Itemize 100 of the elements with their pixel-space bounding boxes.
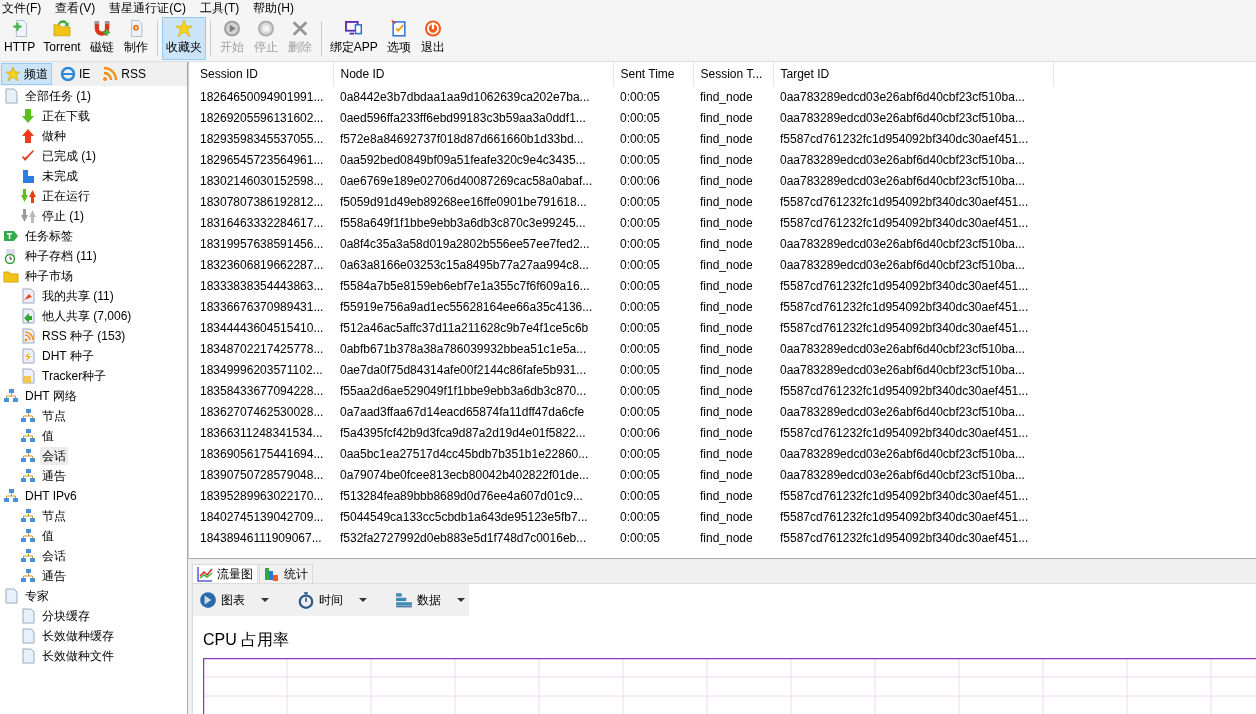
network-icon — [20, 568, 36, 584]
table-cell-text: 0aa783289edcd03e26abf6d40cbf23cf510ba... — [779, 235, 1026, 253]
tree-item[interactable]: Tracker种子 — [40, 367, 109, 385]
column-header[interactable]: Session ID — [193, 62, 333, 86]
menu-item[interactable]: 查看(V) — [55, 0, 96, 16]
tree-item[interactable]: 已完成 (1) — [40, 147, 98, 165]
tree-item[interactable]: DHT 种子 — [40, 347, 96, 365]
tree-item[interactable]: 我的共享 (11) — [40, 287, 116, 305]
table-cell-text: 0a8f4c35a3a58d019a2802b556ee57ee7fed2... — [339, 235, 591, 253]
toolbar-button[interactable]: 制作 — [118, 17, 153, 60]
table-cell-text: 18344443604515410... — [199, 319, 325, 337]
table-cell-text: 18316463332284617... — [199, 214, 325, 232]
table-cell-text: 0aa783289edcd03e26abf6d40cbf23cf510ba... — [779, 172, 1026, 190]
tree-item[interactable]: 通告 — [40, 567, 68, 585]
toolbar-button[interactable]: Torrent — [39, 17, 85, 60]
table-cell-text: f55aa2d6ae529049f1f1bbe9ebb3a6db3c870... — [339, 382, 588, 400]
dropdown-button[interactable]: 图表 — [199, 591, 269, 609]
panel-tab[interactable]: 统计 — [259, 564, 313, 583]
caret-icon — [359, 598, 367, 602]
table-cell-text: f5587cd761232fc1d954092bf340dc30aef451... — [779, 214, 1030, 232]
table-cell: 18264650094901991... — [193, 86, 333, 107]
column-header[interactable]: Session T... — [693, 62, 773, 86]
tree-item[interactable]: 长效做种缓存 — [40, 627, 116, 645]
panel-tab[interactable]: 流量图 — [192, 564, 258, 583]
tree-item[interactable]: 节点 — [40, 407, 68, 425]
tree-item[interactable]: 正在运行 — [40, 187, 92, 205]
tree-item[interactable]: RSS 种子 (153) — [40, 327, 128, 345]
table-cell-text: f5044549ca133cc5cbdb1a643de95123e5fb7... — [339, 508, 589, 526]
table-cell-text: 18390750728579048... — [199, 466, 325, 484]
table-cell-text: 18302146030152598... — [199, 172, 325, 190]
network-icon — [20, 408, 36, 424]
tree-item[interactable]: 值 — [40, 427, 56, 445]
table-cell-text: 18333838354443863... — [199, 277, 325, 295]
tree-item[interactable]: 分块缓存 — [40, 607, 92, 625]
table-cell-text: find_node — [699, 445, 754, 463]
table-cell-text: find_node — [699, 340, 754, 358]
table-cell-text: 0aed596ffa233ff6ebd99183c3b59aa3a0ddf1... — [339, 109, 587, 127]
table-cell-text: 18307807386192812... — [199, 193, 325, 211]
table-cell-text: find_node — [699, 172, 754, 190]
table-cell-text: 0:00:06 — [619, 424, 662, 442]
tree-item[interactable]: 种子存档 (11) — [23, 247, 99, 265]
table-cell-text: 0ae7da0f75d84314afe00f2144c86fafe5b931... — [339, 361, 588, 379]
column-header[interactable]: Target ID — [773, 62, 1053, 86]
table-cell-text: 0:00:05 — [619, 109, 662, 127]
dropdown-button[interactable]: 时间 — [297, 591, 367, 609]
tree-item[interactable]: 节点 — [40, 507, 68, 525]
table-cell-text: 0:00:05 — [619, 193, 662, 211]
tree-item[interactable]: 通告 — [40, 467, 68, 485]
step-shape-icon — [20, 168, 36, 184]
tree-item[interactable]: 专家 — [23, 587, 51, 605]
tree-item[interactable]: DHT IPv6 — [23, 487, 79, 505]
table-cell-text: find_node — [699, 193, 754, 211]
network-icon — [20, 508, 36, 524]
tree-item[interactable]: 正在下载 — [40, 107, 92, 125]
sidebar-tab[interactable]: RSS — [98, 63, 151, 85]
table-cell-text: find_node — [699, 214, 754, 232]
column-header[interactable]: Node ID — [333, 62, 613, 86]
table-cell-text: 0:00:05 — [619, 361, 662, 379]
menu-item[interactable]: 彗星通行证(C) — [109, 0, 186, 16]
table-cell-text: f5059d91d49eb89268ee16ffe0901be791618... — [339, 193, 588, 211]
tree-item[interactable]: 任务标签 — [23, 227, 75, 245]
table-cell-text: 0:00:05 — [619, 445, 662, 463]
table-cell-text: 0:00:06 — [619, 172, 662, 190]
sidebar-tab[interactable]: 频道 — [1, 63, 52, 85]
toolbar-button[interactable]: 退出 — [415, 17, 450, 60]
menu-item[interactable]: 帮助(H) — [253, 0, 294, 16]
sidebar-tab[interactable]: IE — [56, 63, 95, 85]
folder-icon — [3, 268, 19, 284]
table-cell-text: 0aa592bed0849bf09a51feafe320c9e4c3435... — [339, 151, 587, 169]
table-cell-text: find_node — [699, 529, 754, 547]
toolbar-button[interactable]: 绑定APP — [325, 17, 382, 60]
tree-item[interactable]: 全部任务 (1) — [23, 87, 93, 105]
table-cell-text: 0:00:05 — [619, 340, 662, 358]
toolbar-button[interactable]: 选项 — [381, 17, 416, 60]
tree-item[interactable]: 长效做种文件 — [40, 647, 116, 665]
tree-item[interactable]: 会话 — [40, 547, 68, 565]
table-cell: 0aa783289edcd03e26abf6d40cbf23cf510ba... — [773, 86, 1053, 107]
tree-item[interactable]: 未完成 — [40, 167, 80, 185]
tree-item[interactable]: 种子市场 — [23, 267, 75, 285]
table-cell-text: 0:00:05 — [619, 235, 662, 253]
tree-item[interactable]: 停止 (1) — [40, 207, 86, 225]
network-icon — [20, 548, 36, 564]
dropdown-button[interactable]: 数据 — [395, 591, 465, 609]
tree-item[interactable]: 会话 — [40, 447, 68, 465]
column-header[interactable]: Sent Time — [613, 62, 693, 86]
table-cell-text: 18366311248341534... — [199, 424, 324, 442]
table-cell-text: f5587cd761232fc1d954092bf340dc30aef451... — [779, 487, 1030, 505]
menu-item[interactable]: 文件(F) — [2, 0, 42, 16]
toolbar-button[interactable]: 磁链 — [84, 17, 119, 60]
toolbar-button[interactable]: 收藏夹 — [161, 17, 206, 60]
table-cell-text: f513284fea89bbb8689d0d76ee4a607d01c9... — [339, 487, 584, 505]
data-bars-icon — [395, 591, 413, 609]
tree-item[interactable]: DHT 网络 — [23, 387, 79, 405]
page-icon — [3, 88, 19, 104]
tree-item[interactable]: 做种 — [40, 127, 68, 145]
tree-item[interactable]: 值 — [40, 527, 56, 545]
table-cell-text: 0:00:05 — [619, 466, 662, 484]
toolbar-button[interactable]: HTTP — [0, 17, 40, 60]
menu-item[interactable]: 工具(T) — [200, 0, 240, 16]
tree-item[interactable]: 他人共享 (7,006) — [40, 307, 134, 325]
